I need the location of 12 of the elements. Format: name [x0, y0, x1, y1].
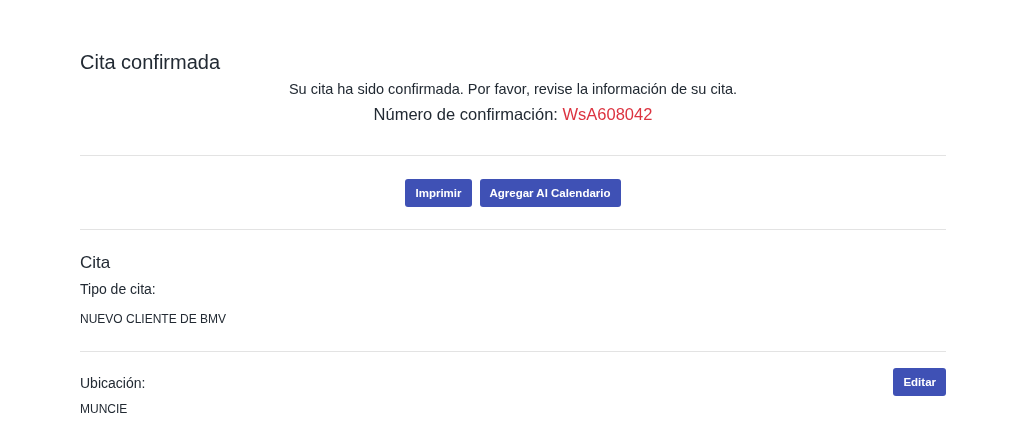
edit-button[interactable]: Editar [893, 368, 946, 396]
confirmation-message: Su cita ha sido confirmada. Por favor, revise la información de su cita. [287, 80, 739, 99]
confirmation-label: Número de confirmación: [373, 105, 558, 123]
action-button[interactable]: Imprimir [405, 179, 472, 207]
action-button[interactable]: Agregar Al Calendario [479, 179, 621, 207]
field-label: Tipo de cita: [80, 280, 157, 298]
field-value: NUEVO CLIENTE DE BMV [80, 311, 227, 327]
page-title: Cita confirmada [80, 50, 222, 75]
section-title: Cita [80, 252, 112, 274]
field-value: MUNCIE [80, 401, 129, 417]
field-label: Ubicación: [80, 374, 146, 392]
confirmation-number: WsA608042 [562, 105, 653, 123]
